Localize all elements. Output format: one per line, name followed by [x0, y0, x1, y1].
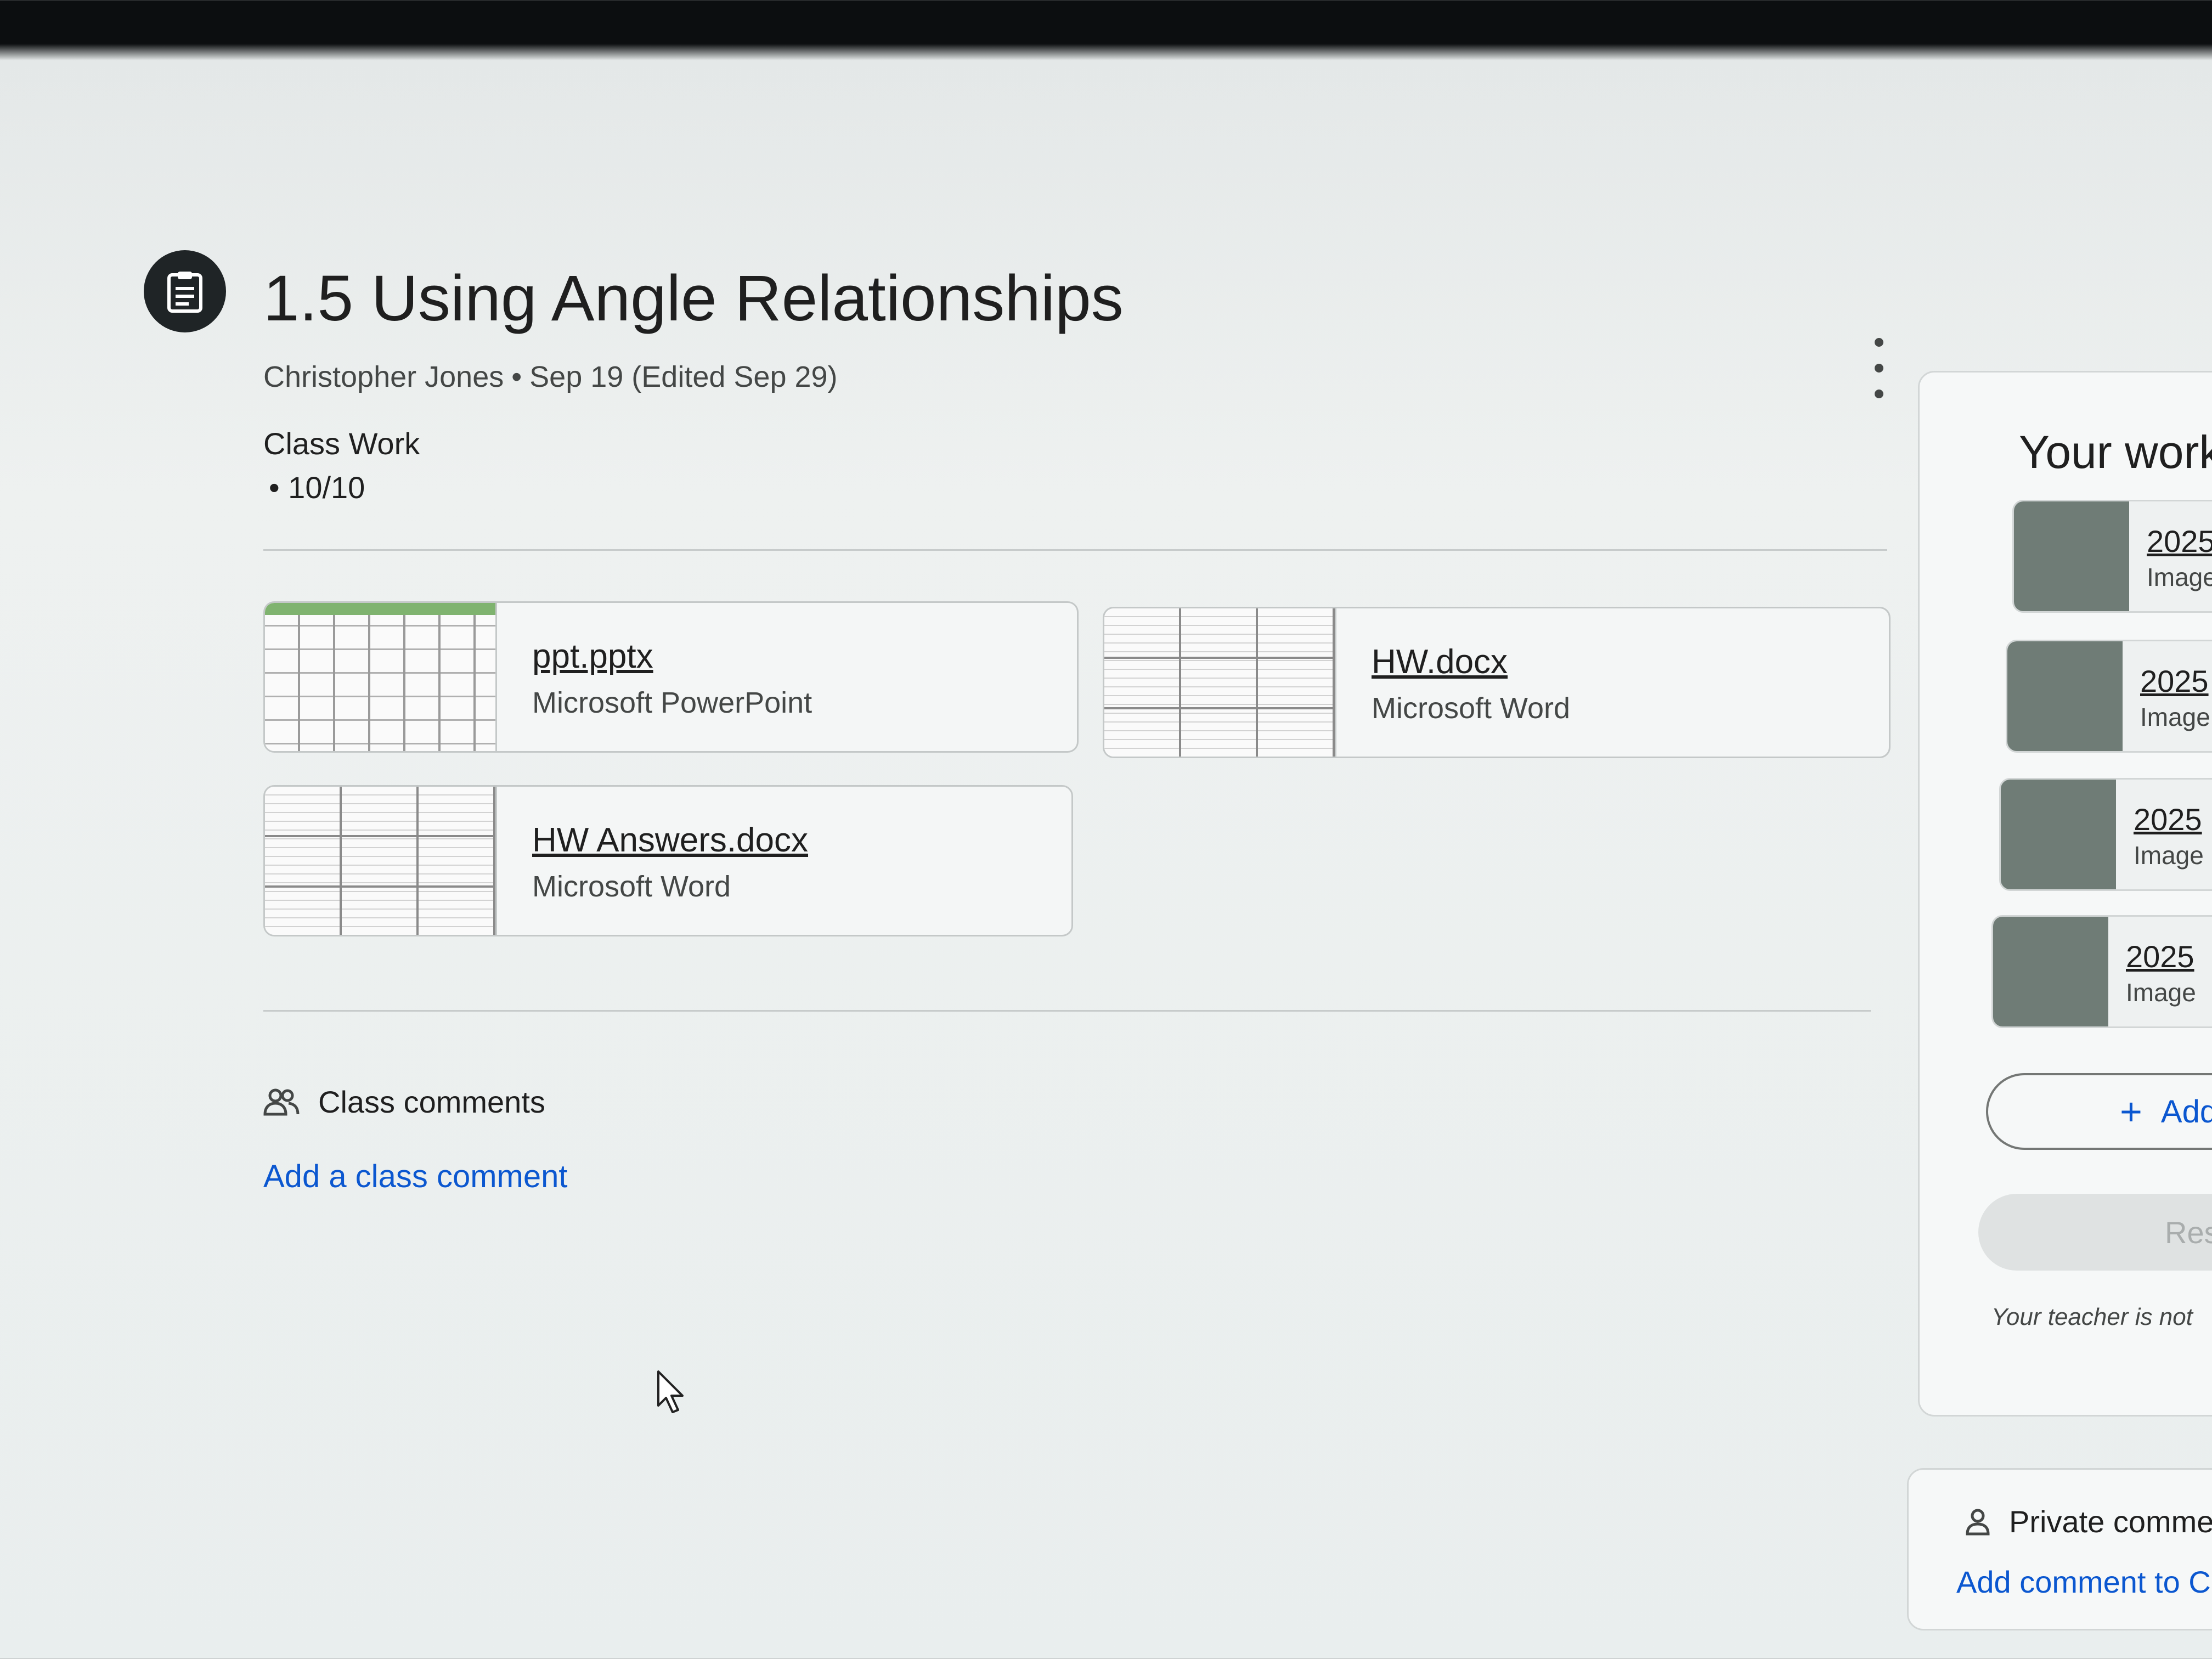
file-type: Image: [2147, 563, 2212, 591]
assignment-meta: Christopher Jones • Sep 19 (Edited Sep 29): [263, 360, 838, 394]
file-thumbnail: [2007, 641, 2123, 751]
file-thumbnail: [2001, 780, 2116, 889]
author-name: Christopher Jones: [263, 360, 504, 393]
file-type: Image: [2134, 841, 2204, 870]
more-vert-icon[interactable]: [1863, 338, 1895, 398]
header-divider: [263, 549, 1887, 551]
add-work-label: Add: [2160, 1093, 2212, 1130]
file-name[interactable]: 2025: [2134, 802, 2204, 837]
resubmit-button[interactable]: Res: [1978, 1194, 2212, 1271]
resubmit-label: Res: [2165, 1215, 2212, 1250]
teacher-notice: Your teacher is not: [1991, 1304, 2193, 1330]
plus-icon: +: [2120, 1090, 2142, 1133]
attachment-name[interactable]: HW.docx: [1372, 642, 1570, 681]
person-icon: [1966, 1509, 1990, 1535]
private-comments-header: Private comme: [1965, 1504, 2212, 1539]
attachment-card[interactable]: HW.docx Microsoft Word: [1103, 607, 1891, 758]
file-name[interactable]: 2025: [2140, 663, 2210, 699]
file-thumbnail: [1993, 917, 2108, 1026]
assignment-page: 1.5 Using Angle Relationships Christophe…: [0, 53, 2212, 1659]
attachment-type: Microsoft Word: [532, 870, 731, 903]
mouse-cursor-icon: [657, 1370, 684, 1413]
attachment-name[interactable]: HW Answers.docx: [532, 821, 808, 860]
add-private-comment-link[interactable]: Add comment to Ch: [1956, 1564, 2212, 1600]
attachments-divider: [263, 1010, 1871, 1012]
private-comments-panel: [1907, 1468, 2212, 1630]
file-name[interactable]: 2025: [2147, 523, 2212, 559]
submitted-file[interactable]: 2025 Image: [2012, 500, 2212, 613]
attachment-card[interactable]: ppt.pptx Microsoft PowerPoint: [263, 601, 1079, 753]
submitted-file[interactable]: 2025 Image: [2006, 640, 2212, 753]
file-type: Image: [2140, 703, 2210, 731]
attachment-type: Microsoft PowerPoint: [532, 686, 812, 719]
submitted-file[interactable]: 2025 Image: [1991, 915, 2212, 1028]
assignment-category: Class Work: [263, 426, 420, 461]
attachment-name[interactable]: ppt.pptx: [532, 637, 812, 676]
meta-separator: •: [511, 360, 522, 393]
class-comments-heading: Class comments: [318, 1085, 545, 1119]
assignment-icon: [144, 250, 226, 332]
add-work-button[interactable]: + Add: [1986, 1073, 2212, 1150]
attachment-thumbnail: [265, 787, 497, 935]
people-icon: [263, 1088, 300, 1115]
post-date: Sep 19 (Edited Sep 29): [529, 360, 838, 393]
file-thumbnail: [2014, 501, 2129, 611]
your-work-title: Your work: [2019, 426, 2212, 478]
add-class-comment-link[interactable]: Add a class comment: [263, 1158, 567, 1195]
class-comments-header: Class comments: [263, 1084, 545, 1120]
file-name[interactable]: 2025: [2126, 939, 2196, 974]
submitted-file[interactable]: 2025 Image: [1999, 778, 2212, 891]
attachment-type: Microsoft Word: [1372, 692, 1571, 725]
file-type: Image: [2126, 978, 2196, 1007]
private-comments-heading: Private comme: [2009, 1504, 2212, 1539]
assignment-points: • 10/10: [269, 470, 365, 505]
attachment-thumbnail: [265, 603, 497, 751]
assignment-title: 1.5 Using Angle Relationships: [263, 262, 1124, 335]
attachment-card[interactable]: HW Answers.docx Microsoft Word: [263, 785, 1073, 936]
points-value: 10/10: [288, 470, 365, 505]
attachment-thumbnail: [1104, 608, 1336, 757]
